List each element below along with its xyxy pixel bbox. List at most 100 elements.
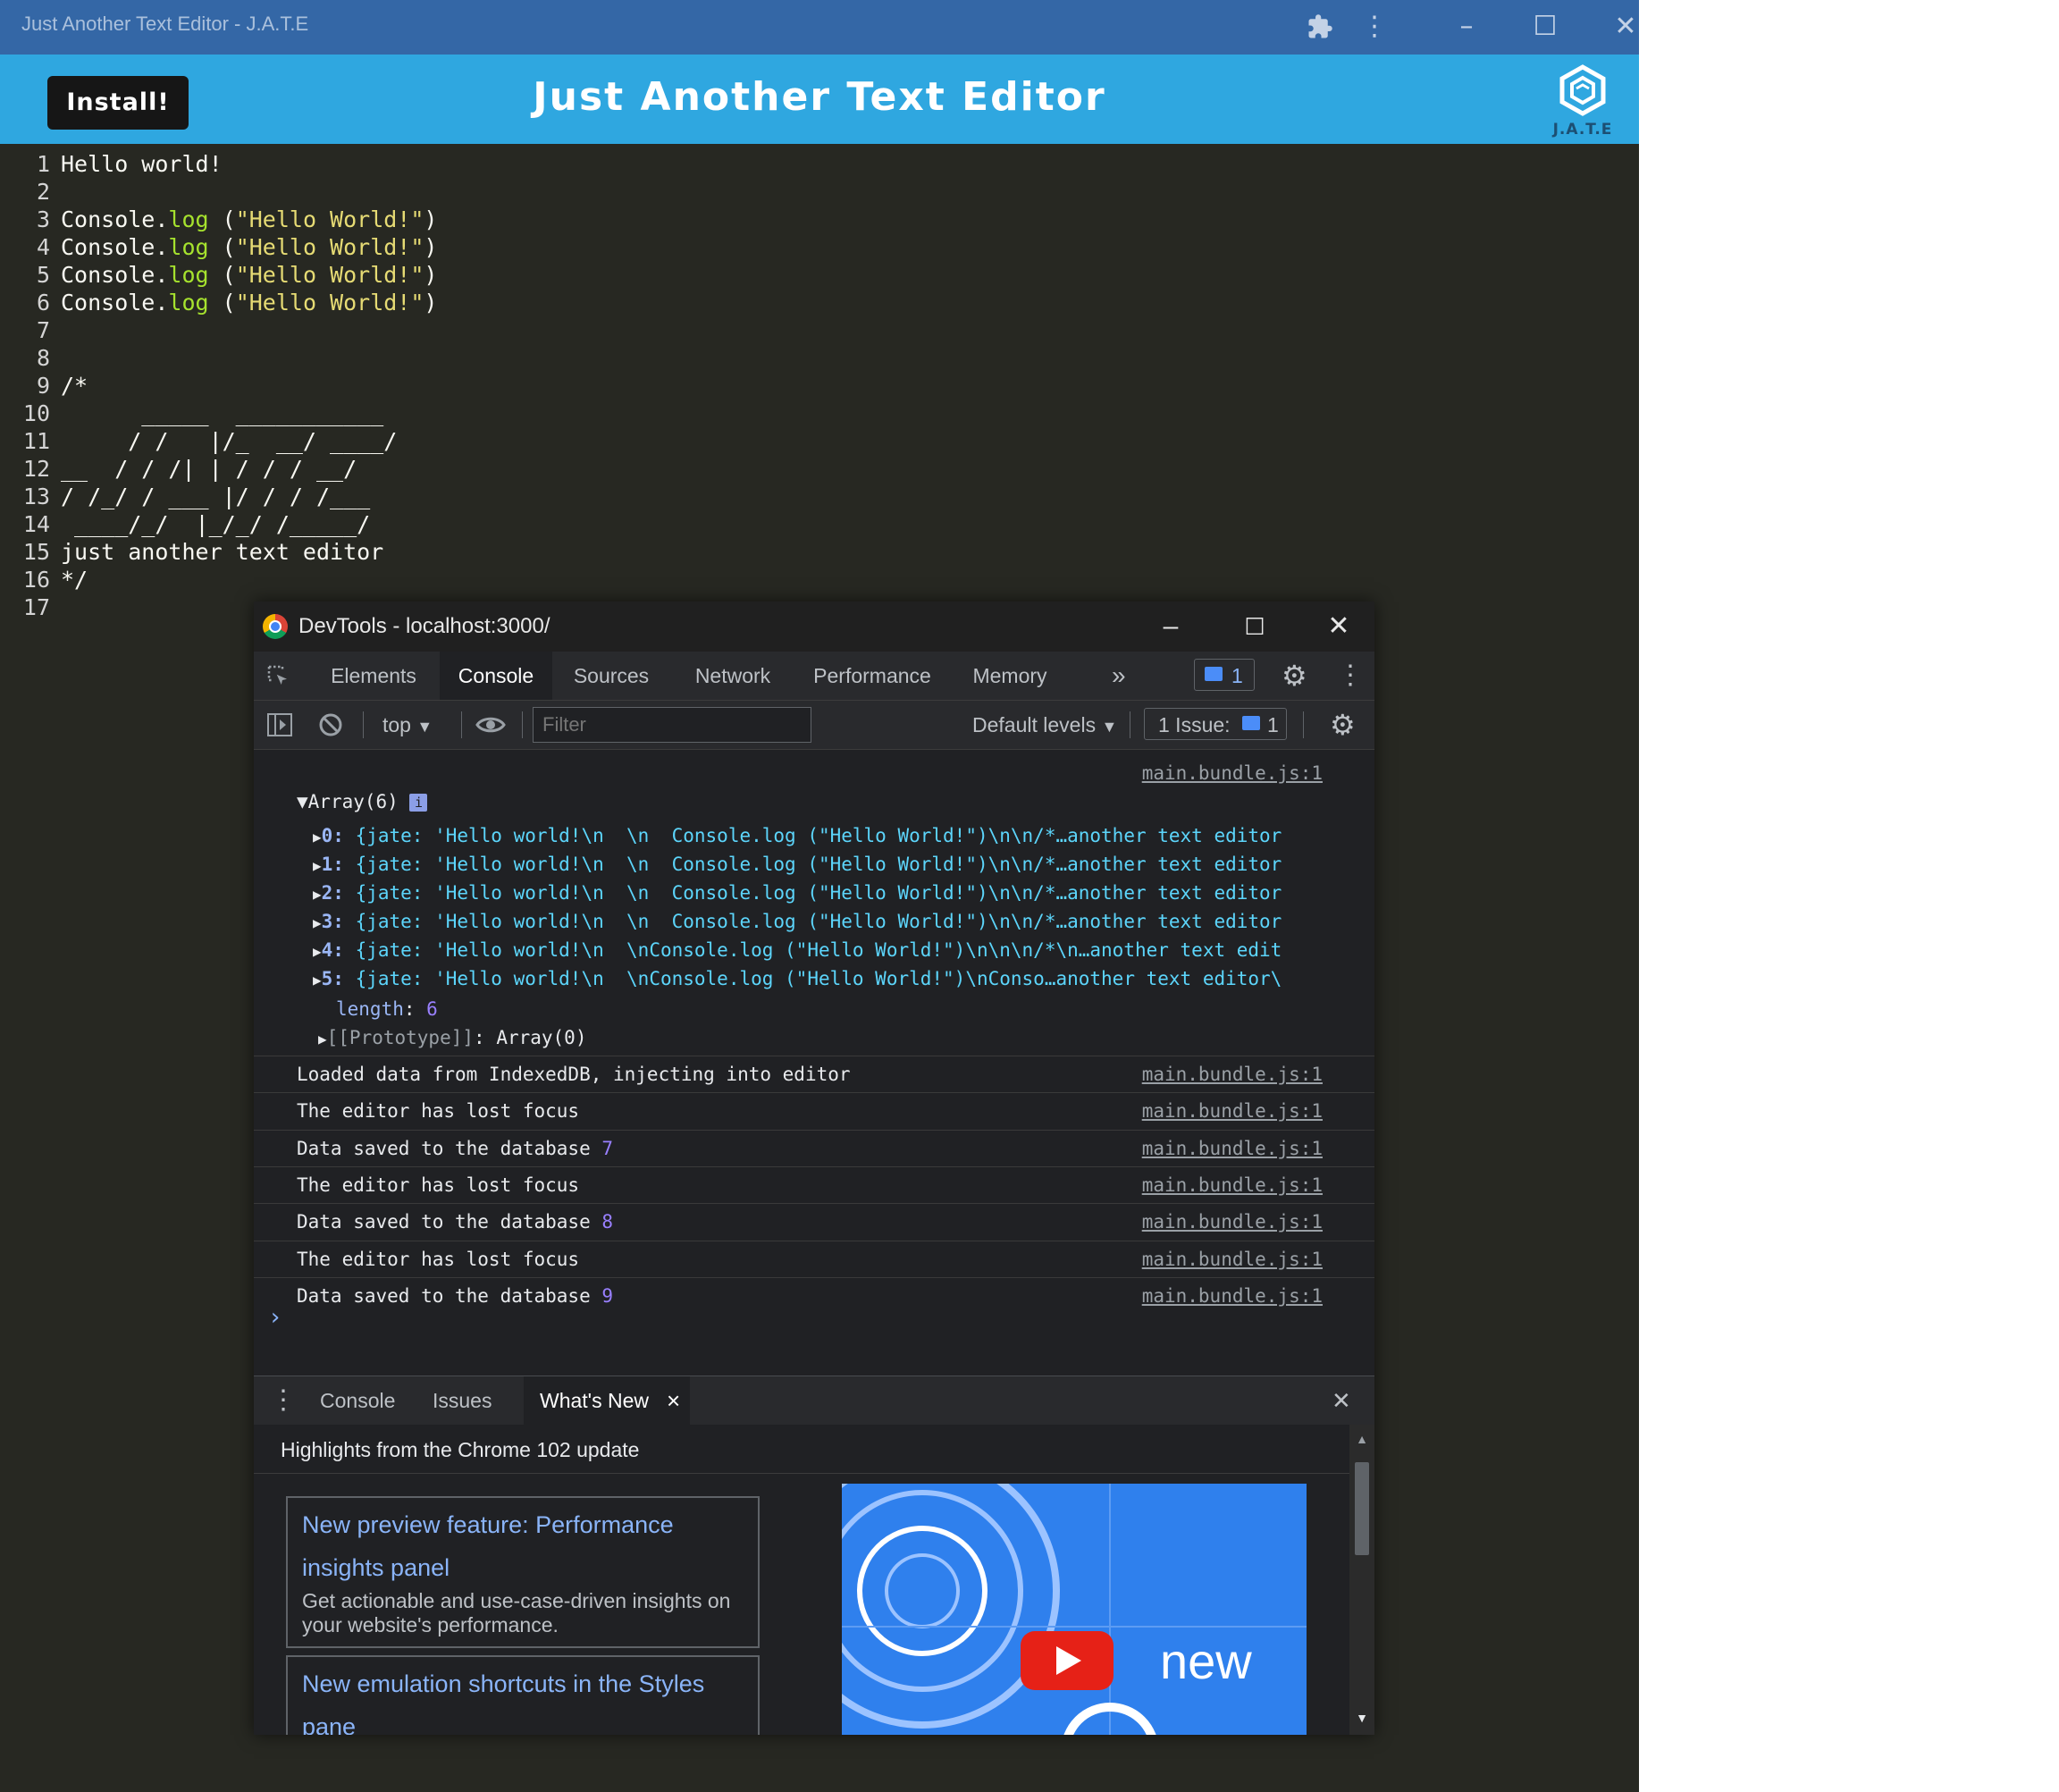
close-icon[interactable]: ✕ <box>1605 7 1639 46</box>
editor-line[interactable]: 8 <box>0 344 1639 372</box>
scrollbar[interactable]: ▲ ▼ <box>1349 1425 1374 1735</box>
editor-line[interactable]: 6 Console.log ("Hello World!") <box>0 289 1639 316</box>
drawer-tab-whats-new[interactable]: What's New × <box>524 1376 690 1425</box>
console-output: main.bundle.js:1 ▼Array(6) i ▶0: {jate: … <box>254 750 1374 1376</box>
tab-performance[interactable]: Performance <box>801 652 944 700</box>
source-link[interactable]: main.bundle.js:1 <box>1142 1278 1323 1315</box>
issue-icon <box>1242 716 1260 730</box>
line-code: */ <box>61 567 88 593</box>
filter-input[interactable] <box>533 707 811 743</box>
source-link[interactable]: main.bundle.js:1 <box>1142 762 1323 784</box>
array-entry[interactable]: ▶5: {jate: 'Hello world!\n \nConsole.log… <box>313 964 1282 993</box>
video-thumbnail[interactable]: new <box>842 1484 1307 1735</box>
editor-line[interactable]: 14 ____/_/ |_/_/ /_____/ <box>0 510 1639 538</box>
editor-line[interactable]: 5 Console.log ("Hello World!") <box>0 261 1639 289</box>
context-select[interactable]: top ▼ <box>382 701 433 749</box>
close-drawer-icon[interactable]: ✕ <box>1332 1376 1351 1425</box>
maximize-icon[interactable]: ☐ <box>1228 607 1282 646</box>
source-link[interactable]: main.bundle.js:1 <box>1142 1131 1323 1167</box>
whats-new-panel: Highlights from the Chrome 102 update Ne… <box>254 1425 1374 1735</box>
devtools-window: DevTools - localhost:3000/ – ☐ ✕ Element… <box>254 602 1374 1735</box>
kebab-menu-icon[interactable]: ⋮ <box>1337 652 1364 700</box>
sidebar-toggle-icon[interactable] <box>266 701 298 749</box>
array-entry[interactable]: ▶1: {jate: 'Hello world!\n \n Console.lo… <box>313 850 1282 879</box>
editor-line[interactable]: 3 Console.log ("Hello World!") <box>0 206 1639 233</box>
editor-line[interactable]: 9 /* <box>0 372 1639 400</box>
info-icon[interactable]: i <box>409 794 428 812</box>
drawer-menu-icon[interactable]: ⋮ <box>270 1376 297 1425</box>
close-tab-icon[interactable]: × <box>667 1376 680 1425</box>
editor-line[interactable]: 10 _____ ___________ <box>0 400 1639 427</box>
console-settings-gear-icon[interactable]: ⚙ <box>1330 701 1362 749</box>
editor-line[interactable]: 12 __ / / /| | / / / __/ <box>0 455 1639 483</box>
inspect-element-icon[interactable] <box>265 652 300 700</box>
length-key: length <box>336 998 404 1020</box>
array-entry[interactable]: ▶0: {jate: 'Hello world!\n \n Console.lo… <box>313 821 1282 850</box>
maximize-icon[interactable]: ☐ <box>1525 7 1566 46</box>
editor-line[interactable]: 1 Hello world! <box>0 150 1639 178</box>
prototype-key: [[Prototype]] <box>326 1027 475 1048</box>
source-link[interactable]: main.bundle.js:1 <box>1142 1056 1323 1093</box>
drawer-tab-console[interactable]: Console <box>320 1376 395 1425</box>
editor-line[interactable]: 2 <box>0 178 1639 206</box>
more-tabs-icon[interactable]: » <box>1112 652 1139 700</box>
entry-key: 5: <box>321 968 344 989</box>
editor-line[interactable]: 11 / / |/_ __/ ____/ <box>0 427 1639 455</box>
source-link[interactable]: main.bundle.js:1 <box>1142 1167 1323 1204</box>
line-number: 6 <box>36 290 50 315</box>
editor-line[interactable]: 16 */ <box>0 566 1639 593</box>
messages-badge[interactable]: 1 <box>1194 652 1258 700</box>
tab-console[interactable]: Console <box>440 652 552 700</box>
log-text-content: The editor has lost focus <box>297 1174 580 1196</box>
puzzle-icon[interactable] <box>1299 7 1340 46</box>
array-node[interactable]: ▼Array(6) i <box>297 787 428 816</box>
console-prompt[interactable]: › <box>268 1304 282 1331</box>
source-link[interactable]: main.bundle.js:1 <box>1142 1093 1323 1130</box>
length-value: 6 <box>426 998 438 1020</box>
minimize-icon[interactable]: – <box>1446 7 1487 46</box>
editor-line[interactable]: 15 just another text editor <box>0 538 1639 566</box>
log-text: The editor has lost focus <box>297 1093 579 1130</box>
line-number: 4 <box>36 234 50 260</box>
app-window-title: Just Another Text Editor - J.A.T.E <box>21 13 309 35</box>
array-entry[interactable]: ▶4: {jate: 'Hello world!\n \nConsole.log… <box>313 936 1282 964</box>
feature-card-title[interactable]: New emulation shortcuts in the Styles pa… <box>302 1662 744 1735</box>
scroll-thumb[interactable] <box>1355 1462 1369 1555</box>
feature-card[interactable]: New preview feature: Performance insight… <box>286 1496 760 1648</box>
array-entry[interactable]: ▶3: {jate: 'Hello world!\n \n Console.lo… <box>313 907 1282 936</box>
line-number: 13 <box>22 484 50 509</box>
array-entry[interactable]: ▶2: {jate: 'Hello world!\n \n Console.lo… <box>313 879 1282 907</box>
source-link[interactable]: main.bundle.js:1 <box>1142 1204 1323 1241</box>
code-editor[interactable]: 1 Hello world! 2 3 Console.log ("Hello World… <box>0 150 1639 621</box>
line-code: Hello world! <box>61 151 223 177</box>
editor-line[interactable]: 4 Console.log ("Hello World!") <box>0 233 1639 261</box>
scroll-up-icon[interactable]: ▲ <box>1349 1432 1374 1446</box>
source-link[interactable]: main.bundle.js:1 <box>1142 1241 1323 1278</box>
feature-card-desc: Get actionable and use-case-driven insig… <box>302 1589 731 1636</box>
eye-icon[interactable] <box>475 701 511 749</box>
message-icon <box>1205 667 1223 681</box>
tab-elements[interactable]: Elements <box>320 652 427 700</box>
log-text: Data saved to the database 9 <box>297 1278 613 1315</box>
code-token: ) <box>424 206 438 232</box>
feature-card-title[interactable]: New preview feature: Performance insight… <box>302 1503 744 1589</box>
code-token: Console. <box>61 206 169 232</box>
kebab-menu-icon[interactable]: ⋮ <box>1357 7 1392 46</box>
issues-button[interactable]: 1 Issue: 1 <box>1144 701 1292 749</box>
clear-console-icon[interactable] <box>318 701 350 749</box>
scroll-down-icon[interactable]: ▼ <box>1349 1711 1374 1725</box>
line-number: 2 <box>36 179 50 205</box>
tab-sources[interactable]: Sources <box>558 652 665 700</box>
drawer-tab-issues[interactable]: Issues <box>433 1376 492 1425</box>
feature-card[interactable]: New emulation shortcuts in the Styles pa… <box>286 1655 760 1735</box>
line-number: 15 <box>22 539 50 565</box>
editor-line[interactable]: 7 <box>0 316 1639 344</box>
prototype-node[interactable]: ▶[[Prototype]]: Array(0) <box>318 1023 586 1052</box>
editor-line[interactable]: 13 / /_/ / ___ |/ / / /___ <box>0 483 1639 510</box>
tab-memory[interactable]: Memory <box>956 652 1063 700</box>
settings-gear-icon[interactable]: ⚙ <box>1282 652 1317 700</box>
close-icon[interactable]: ✕ <box>1312 607 1366 646</box>
tab-network[interactable]: Network <box>677 652 788 700</box>
default-levels-select[interactable]: Default levels ▼ <box>972 701 1117 749</box>
minimize-icon[interactable]: – <box>1144 607 1198 646</box>
